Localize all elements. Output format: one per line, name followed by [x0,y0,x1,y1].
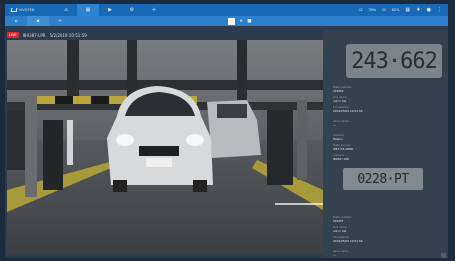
cpu-usage: 39% [368,8,377,12]
status-area: ▫ 39% ▫ 62% ▦ ♦ ● ⋮ [359,7,448,13]
add-icon: + [58,18,62,24]
user-icon[interactable]: ● [427,7,431,13]
memory-icon: ▫ [382,7,386,13]
sub-toolbar: ⌂ ▪ + ▾ ■ [5,16,448,26]
app-window: VIVOTEK ⌂ ▦ ▶ ⚙ + ▫ 39% ▫ 62% ▦ ♦ ● ⋮ ⌂ … [5,4,448,258]
liveview-icon: ▦ [85,7,91,13]
live-video-feed[interactable] [7,40,323,254]
brand-name: VIVOTEK [19,8,35,12]
entry1-timestamp: Timestamp 2019/05/02 10:51:55 [333,105,363,113]
plate-image-2[interactable]: 0228·PT [343,168,423,190]
home-icon: ⌂ [14,18,18,24]
entry2-list-name: List name not in list [333,225,347,233]
entry1-plate-source: Plate source IP8371E-ANPR [333,143,353,151]
cpu-icon: ▫ [359,7,363,13]
camera-icon: ▪ [36,18,40,24]
camera-name: IB9387-LPR [22,32,46,38]
tab-home[interactable]: ⌂ [55,4,77,16]
camera-datetime: 5/2/2019 10:51:59 [49,32,87,38]
settings-icon: ⚙ [129,7,135,13]
home-icon: ⌂ [64,7,68,13]
plate-image-1[interactable]: 243·662 [346,44,442,78]
sub-tab-home[interactable]: ⌂ [5,16,27,26]
tab-add[interactable]: + [143,4,165,16]
entry1-lane-name: Lane name — [333,119,349,127]
logo-mark-icon [10,8,18,12]
brand-logo: VIVOTEK [10,8,55,12]
sub-tab-camera[interactable]: ▪ [27,16,49,26]
layout-icon[interactable]: ▦ [405,7,410,13]
entry1-plate-number: Plate number 243662 [333,85,352,93]
layout-selector[interactable] [228,17,235,25]
sub-tab-add[interactable]: + [49,16,71,26]
tab-playback[interactable]: ▶ [99,4,121,16]
parking-garage-scene [7,40,323,254]
menu-icon[interactable]: ⋮ [437,7,442,13]
camera-view-icon[interactable]: ■ [247,19,251,24]
tab-settings[interactable]: ⚙ [121,4,143,16]
entry2-timestamp: Timestamp 2019/05/02 10:51:54 [333,235,363,243]
top-nav-bar: VIVOTEK ⌂ ▦ ▶ ⚙ + ▫ 39% ▫ 62% ▦ ♦ ● ⋮ [5,4,448,16]
entry2-plate-number: Plate number 0228PT [333,215,352,223]
view-controls: ▾ ■ [228,17,252,25]
entry1-list-name: List name not in list [333,95,347,103]
entry1-camera: Camera IB9387-LPR [333,153,350,161]
notification-icon[interactable]: ♦ [416,7,420,13]
scroll-down-button[interactable] [441,253,446,258]
tab-liveview[interactable]: ▦ [77,4,99,16]
camera-header: LIVE IB9387-LPR 5/2/2019 10:51:59 [5,30,323,40]
live-badge: LIVE [7,32,19,38]
plate-results-panel: 243·662 Plate number 243662 List name no… [323,30,448,258]
add-icon: + [151,7,157,13]
memory-usage: 62% [391,8,400,12]
entry1-country: Country Taiwan [333,133,345,141]
entry2-lane-name: Lane name — [333,249,349,257]
playback-icon: ▶ [108,7,112,13]
chevron-down-icon[interactable]: ▾ [240,19,242,24]
